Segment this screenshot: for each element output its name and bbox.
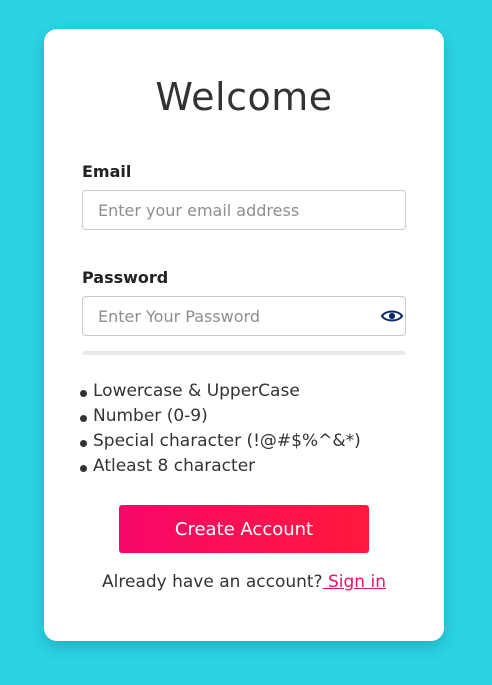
email-label: Email [82,162,132,181]
rule-text: Special character (!@#$%^&*) [93,431,361,451]
rule-item: Number (0-9) [80,404,361,429]
bullet-icon [80,415,87,422]
password-field[interactable] [82,296,406,336]
rule-text: Number (0-9) [93,406,208,426]
eye-icon[interactable] [381,308,403,324]
password-label: Password [82,268,169,287]
signup-card: Welcome Email Password Lowercase & Upper… [44,29,444,641]
signin-link[interactable]: Sign in [323,572,386,592]
bullet-icon [80,465,87,472]
rule-text: Atleast 8 character [93,456,256,476]
bullet-icon [80,440,87,447]
signin-row: Already have an account? Sign in [44,572,444,592]
create-account-button[interactable]: Create Account [119,505,369,553]
email-field[interactable] [82,190,406,230]
bullet-icon [80,390,87,397]
rule-item: Lowercase & UpperCase [80,379,361,404]
password-rules-list: Lowercase & UpperCase Number (0-9) Speci… [80,379,361,479]
password-strength-bar [82,351,406,355]
rule-item: Atleast 8 character [80,454,361,479]
rule-item: Special character (!@#$%^&*) [80,429,361,454]
rule-text: Lowercase & UpperCase [93,381,300,401]
signin-prompt: Already have an account? [102,572,323,592]
page-title: Welcome [155,75,333,119]
